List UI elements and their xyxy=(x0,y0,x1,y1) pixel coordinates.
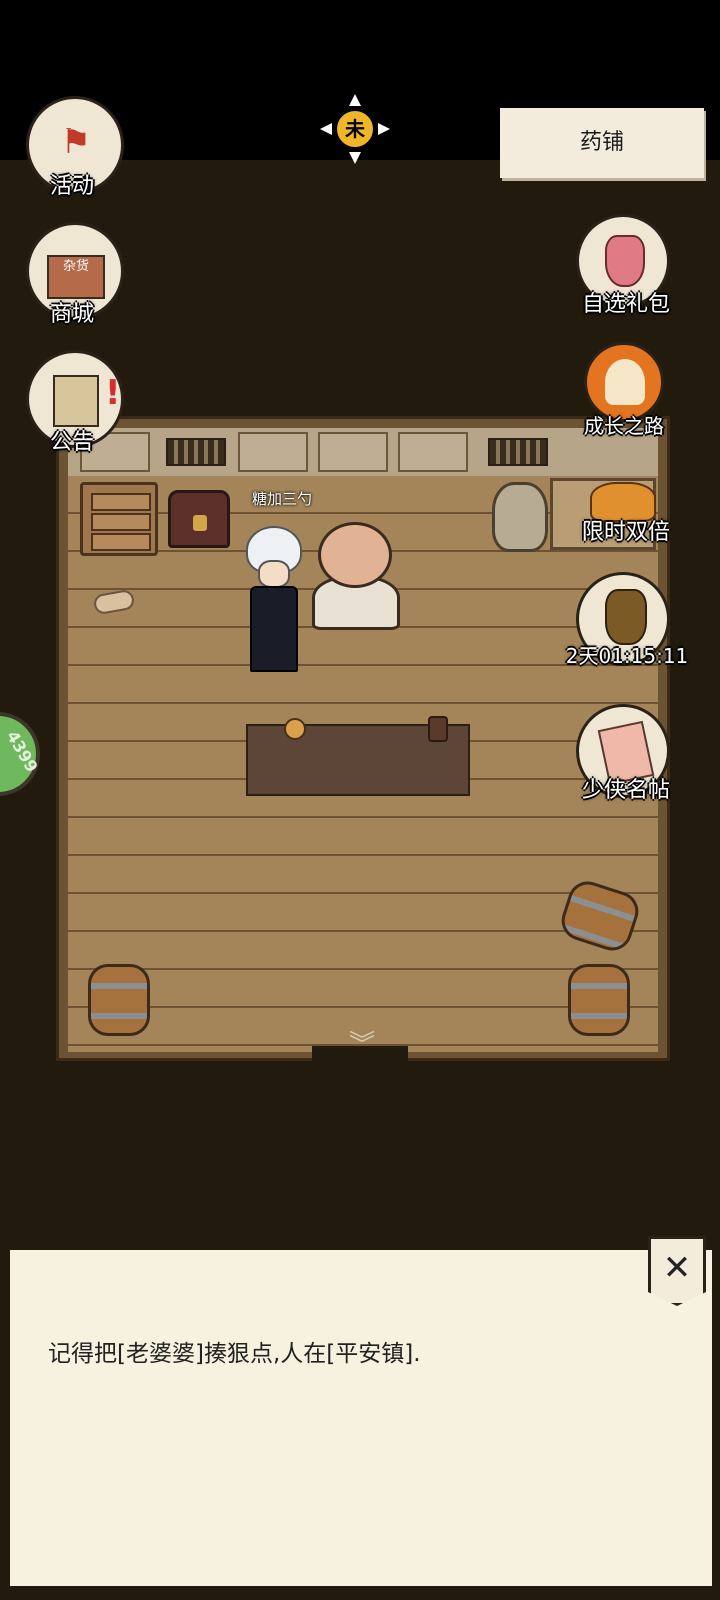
time-of-day-indicator[interactable]: 未 xyxy=(320,94,390,164)
notice-icon xyxy=(53,375,99,427)
wall-panel xyxy=(238,432,308,472)
exit-arrow-icon[interactable]: ︾ xyxy=(340,1030,384,1060)
shop-counter[interactable] xyxy=(246,716,470,796)
activity-label[interactable]: 活动 xyxy=(12,168,132,200)
player-character[interactable] xyxy=(242,526,306,686)
wall-panel xyxy=(398,432,468,472)
barrel[interactable] xyxy=(88,964,150,1036)
wall-panel xyxy=(318,432,388,472)
player-name: 糖加三勺 xyxy=(251,490,312,508)
location-name: 药铺 xyxy=(579,130,624,155)
alert-badge-icon: ! xyxy=(105,373,121,413)
double-reward-label[interactable]: 限时双倍 xyxy=(566,514,686,546)
jar-icon xyxy=(428,716,448,742)
drawer-cabinet[interactable] xyxy=(80,482,158,556)
custom-gift-label[interactable]: 自选礼包 xyxy=(566,286,686,318)
event-countdown: 2天01:15:11 xyxy=(565,644,689,668)
censer-icon xyxy=(605,589,647,645)
wall-vent xyxy=(488,438,548,466)
bottom-edge xyxy=(0,1586,720,1600)
growth-path-label[interactable]: 成长之路 xyxy=(564,410,684,439)
dialog-panel xyxy=(10,1250,712,1600)
shop-label[interactable]: 商城 xyxy=(12,296,132,328)
chest-lock-icon xyxy=(193,515,207,531)
dialog-text: 记得把[老婆婆]揍狠点,人在[平安镇]. xyxy=(48,1341,421,1367)
shop-icon: 杂货 xyxy=(47,255,105,299)
location-plate: 药铺 xyxy=(500,108,704,178)
grain-sack[interactable] xyxy=(492,482,548,552)
gift-bag-icon xyxy=(605,235,645,287)
shopkeeper-npc[interactable] xyxy=(312,514,408,632)
barrel[interactable] xyxy=(568,964,630,1036)
flag-icon: ⚑ xyxy=(60,122,92,162)
name-card-label[interactable]: 少侠名帖 xyxy=(566,772,686,804)
gourd-icon xyxy=(284,718,306,740)
wall-vent xyxy=(166,438,226,466)
notice-label[interactable]: 公告 xyxy=(12,424,132,456)
time-badge: 未 xyxy=(334,108,376,150)
close-icon[interactable]: ✕ xyxy=(648,1236,706,1306)
growth-icon xyxy=(605,359,645,405)
